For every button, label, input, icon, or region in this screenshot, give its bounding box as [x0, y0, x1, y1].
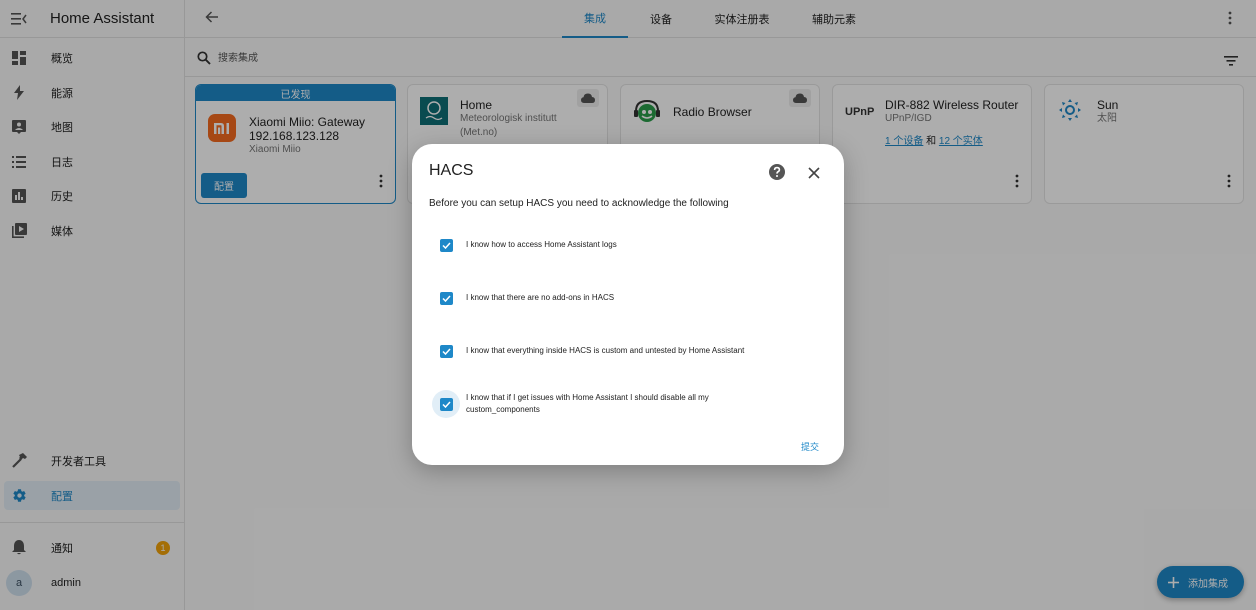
checkbox-label: I know that everything inside HACS is cu… — [466, 346, 745, 355]
ack-checkbox-disable[interactable] — [432, 390, 460, 418]
submit-button[interactable]: 提交 — [801, 440, 819, 453]
dialog-title: HACS — [429, 162, 474, 179]
checkmark-icon — [441, 294, 451, 302]
checkmark-icon — [441, 241, 451, 249]
ack-checkbox-custom[interactable] — [432, 337, 460, 365]
ack-row-addons: I know that there are no add-ons in HACS — [432, 284, 822, 312]
close-icon — [808, 167, 820, 179]
ack-row-custom: I know that everything inside HACS is cu… — [432, 337, 822, 365]
dialog-description: Before you can setup HACS you need to ac… — [429, 198, 729, 209]
checkbox-label-line2: custom_components — [466, 405, 540, 414]
ack-checkbox-logs[interactable] — [432, 231, 460, 259]
checkbox-label: I know that there are no add-ons in HACS — [466, 293, 615, 302]
checkbox-label: I know that if I get issues with Home As… — [466, 392, 709, 416]
help-button[interactable] — [769, 164, 785, 185]
ack-row-disable: I know that if I get issues with Home As… — [432, 390, 822, 418]
help-circle-icon — [769, 164, 785, 180]
hacs-dialog: HACS Before you can setup HACS you need … — [412, 144, 844, 465]
checkmark-icon — [441, 347, 451, 355]
checkmark-icon — [441, 400, 451, 408]
checkbox-label: I know how to access Home Assistant logs — [466, 240, 617, 249]
close-button[interactable] — [808, 166, 820, 184]
checkbox-label-line1: I know that if I get issues with Home As… — [466, 393, 709, 402]
ack-checkbox-addons[interactable] — [432, 284, 460, 312]
ack-row-logs: I know how to access Home Assistant logs — [432, 231, 822, 259]
